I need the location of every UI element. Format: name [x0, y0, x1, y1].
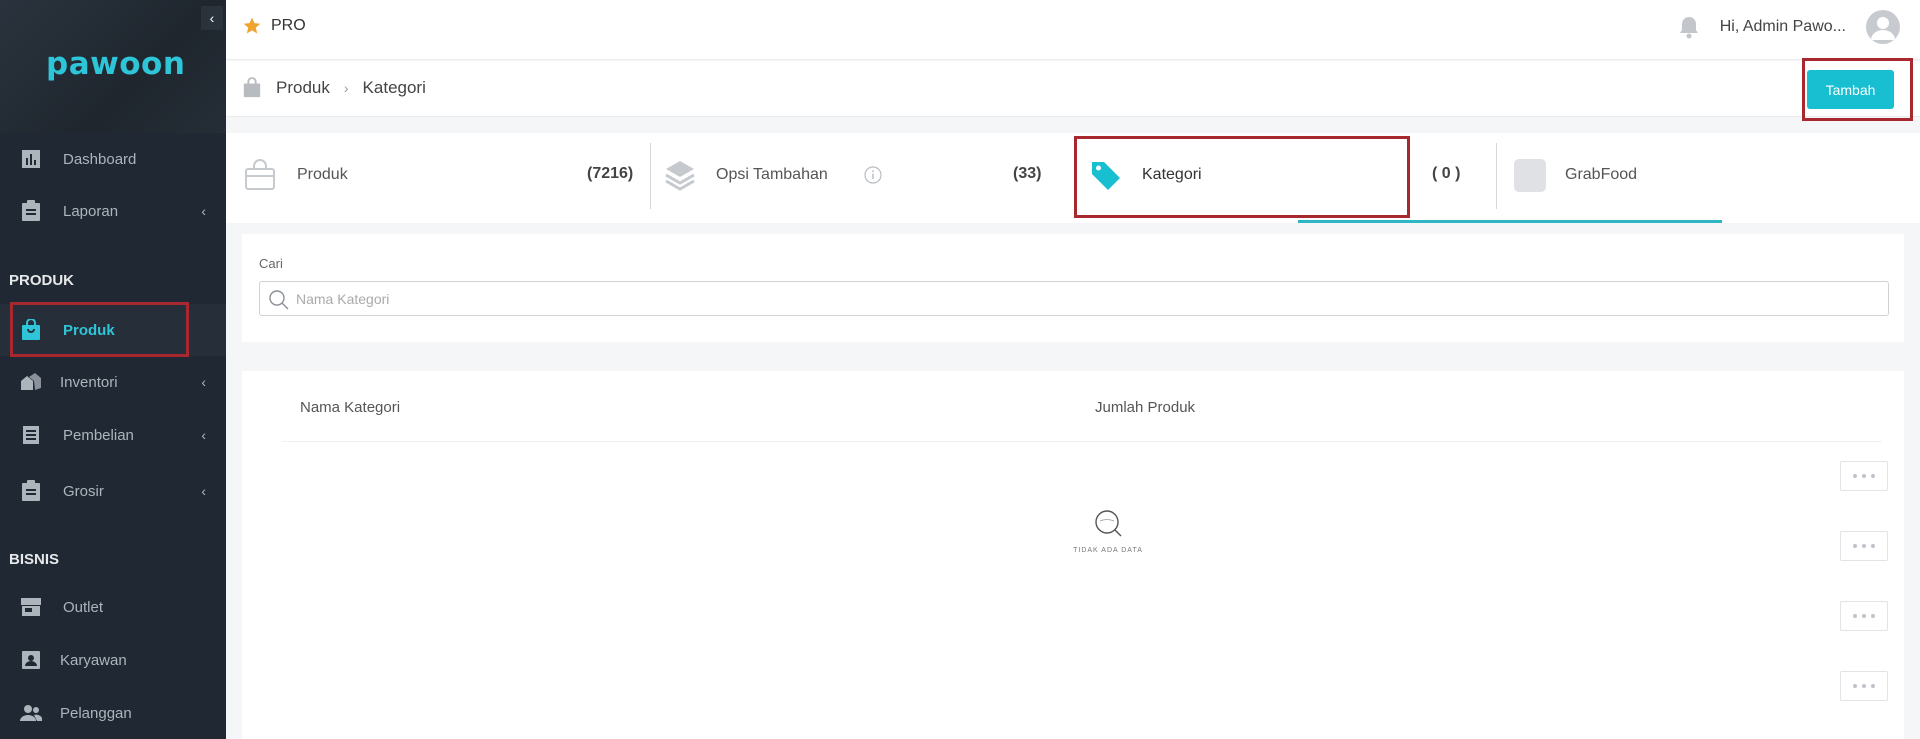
row-action-menu[interactable] — [1840, 601, 1888, 631]
sidebar: pawoon ‹ Dashboard Laporan ‹ PRODUK Prod… — [0, 0, 226, 739]
search-input[interactable] — [296, 282, 1876, 315]
star-icon — [243, 17, 261, 34]
chevron-left-icon: ‹ — [201, 427, 206, 443]
highlight-box-tambah — [1802, 58, 1913, 121]
users-icon — [20, 702, 42, 724]
sidebar-collapse-button[interactable]: ‹ — [201, 6, 223, 30]
id-card-icon — [20, 649, 42, 671]
sidebar-item-outlet[interactable]: Outlet — [0, 581, 226, 633]
plan-label: PRO — [271, 17, 306, 34]
tab-produk[interactable]: Produk (7216) — [226, 133, 648, 223]
empty-state: TIDAK ADA DATA — [1068, 508, 1148, 554]
bell-icon[interactable] — [1678, 15, 1700, 39]
section-label-bisnis: BISNIS — [9, 551, 60, 568]
breadcrumb-produk[interactable]: Produk — [276, 78, 330, 98]
section-label-produk: PRODUK — [9, 272, 75, 289]
column-header-jumlah-produk[interactable]: Jumlah Produk — [1095, 399, 1195, 416]
search-field[interactable] — [259, 281, 1889, 316]
store-icon — [20, 596, 42, 618]
clipboard-icon — [20, 200, 42, 222]
header-divider — [282, 441, 1882, 442]
row-action-menu[interactable] — [1840, 461, 1888, 491]
bar-chart-icon — [20, 148, 42, 170]
logo-area: pawoon — [0, 0, 226, 133]
sidebar-item-karyawan[interactable]: Karyawan — [0, 634, 226, 686]
sidebar-item-dashboard[interactable]: Dashboard — [0, 134, 226, 184]
tab-grabfood[interactable]: GrabFood — [1497, 133, 1920, 223]
breadcrumb-kategori: Kategori — [362, 78, 426, 97]
tab-opsi-tambahan[interactable]: Opsi Tambahan (33) — [651, 133, 1073, 223]
breadcrumb: Produk › Kategori — [242, 77, 426, 99]
user-menu[interactable]: Hi, Admin Pawo... — [1678, 10, 1900, 44]
row-action-menu[interactable] — [1840, 531, 1888, 561]
tab-label: Opsi Tambahan — [716, 166, 828, 183]
boxes-icon — [20, 371, 42, 393]
sidebar-item-label: Karyawan — [60, 651, 127, 669]
sidebar-item-grosir[interactable]: Grosir ‹ — [0, 464, 226, 518]
sidebar-item-label: Grosir — [63, 482, 104, 500]
chevron-left-icon: ‹ — [201, 203, 206, 219]
topbar: PRO Hi, Admin Pawo... — [226, 0, 1920, 60]
tab-label: Produk — [297, 166, 348, 183]
sidebar-item-label: Laporan — [63, 202, 119, 220]
highlight-box-kategori — [1074, 136, 1410, 218]
tab-count: (7216) — [587, 165, 634, 182]
search-label: Cari — [259, 256, 283, 271]
tab-count: ( 0 ) — [1432, 165, 1461, 182]
search-panel: Cari — [242, 234, 1904, 342]
sidebar-item-laporan[interactable]: Laporan ‹ — [0, 186, 226, 236]
info-icon[interactable] — [864, 166, 882, 184]
user-greeting[interactable]: Hi, Admin Pawo... — [1720, 18, 1846, 36]
column-header-nama-kategori[interactable]: Nama Kategori — [300, 399, 400, 416]
layers-icon — [665, 161, 695, 191]
search-icon — [1095, 510, 1122, 537]
breadcrumb-bar: Produk › Kategori Tambah — [226, 61, 1920, 117]
sidebar-item-label: Outlet — [63, 598, 104, 616]
plan-badge: PRO — [242, 16, 306, 36]
grabfood-logo-icon — [1514, 159, 1546, 192]
search-icon — [269, 290, 289, 310]
empty-state-text: TIDAK ADA DATA — [1073, 547, 1143, 554]
shopping-bag-icon — [243, 77, 261, 98]
breadcrumb-separator: › — [343, 80, 349, 96]
sidebar-item-pembelian[interactable]: Pembelian ‹ — [0, 408, 226, 462]
tab-bar: Produk (7216) Opsi Tambahan (33) Kategor… — [226, 133, 1920, 223]
chevron-left-icon: ‹ — [201, 483, 206, 499]
sidebar-item-pelanggan[interactable]: Pelanggan — [0, 687, 226, 739]
row-action-menu[interactable] — [1840, 671, 1888, 701]
category-table: Nama Kategori Jumlah Produk TIDAK ADA DA… — [242, 371, 1904, 739]
highlight-box-produk — [10, 302, 189, 357]
sidebar-item-label: Inventori — [60, 373, 118, 391]
tab-label: GrabFood — [1565, 166, 1638, 183]
tab-count: (33) — [1013, 165, 1042, 182]
pawoon-logo[interactable]: pawoon — [46, 46, 185, 82]
shopping-bag-icon — [245, 159, 275, 190]
sidebar-item-label: Dashboard — [63, 150, 137, 168]
sidebar-item-inventori[interactable]: Inventori ‹ — [0, 356, 226, 408]
avatar[interactable] — [1866, 10, 1900, 44]
user-avatar-icon — [1871, 17, 1895, 40]
chevron-left-icon: ‹ — [201, 374, 206, 390]
sidebar-item-label: Pembelian — [63, 426, 134, 444]
sidebar-item-label: Pelanggan — [60, 704, 132, 722]
document-list-icon — [20, 424, 42, 446]
clipboard-icon — [20, 480, 42, 502]
